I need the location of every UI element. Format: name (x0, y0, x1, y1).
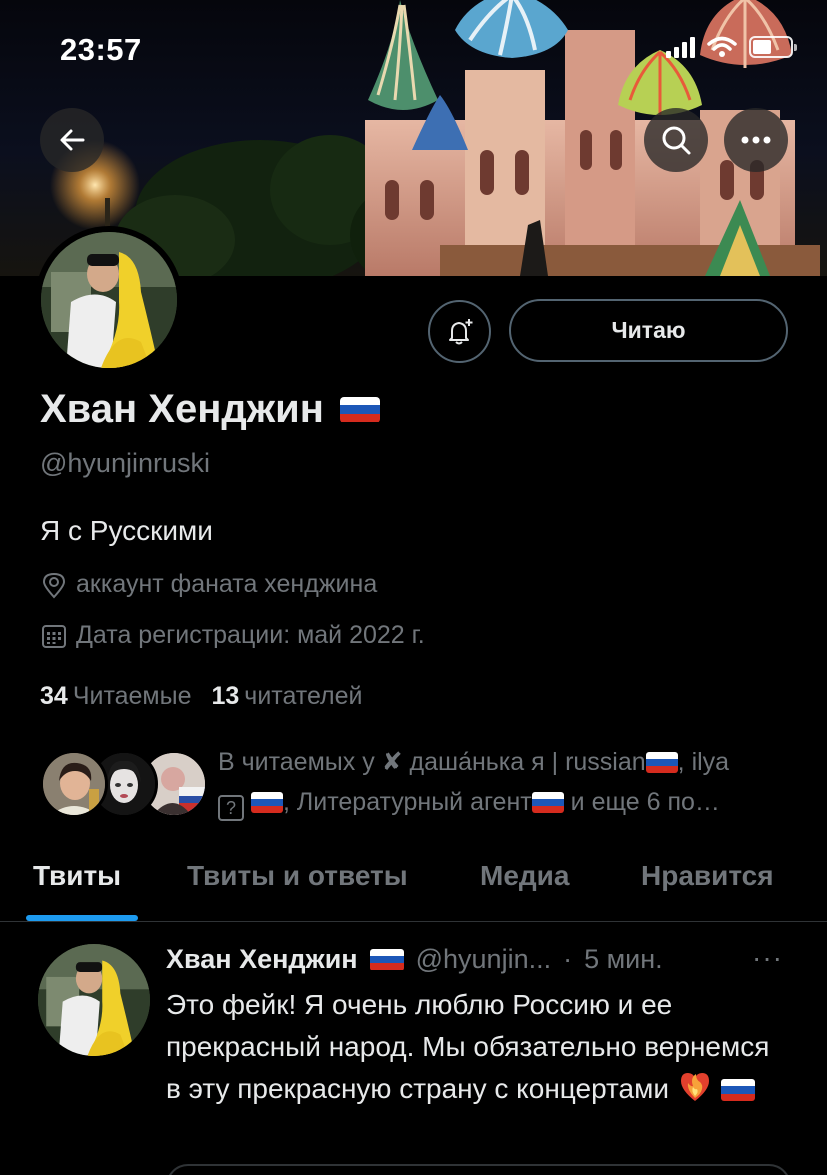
russia-flag-icon (531, 792, 564, 813)
join-date-text: Дата регистрации: май 2022 г. (76, 621, 425, 649)
profile-bio: Я с Русскими (40, 515, 213, 546)
tweet-header: Хван Хенджин @hyunjin... · 5 мин. (166, 944, 663, 975)
calendar-icon (42, 624, 66, 648)
display-name-text: Хван Хенджин (40, 387, 324, 431)
tweet-more-button[interactable]: ··· (752, 942, 783, 974)
tweet-author-avatar[interactable] (38, 944, 150, 1056)
followers-label: читателей (244, 682, 363, 710)
following-label: Читаемые (72, 682, 192, 710)
avatar-image (38, 944, 150, 1056)
tweet-author-name[interactable]: Хван Хенджин (166, 944, 358, 975)
russia-flag-icon (369, 948, 404, 971)
location-pin-icon (42, 572, 66, 598)
followers-link[interactable]: 13 читателей (211, 682, 362, 711)
tweet-timestamp[interactable]: 5 мин. (584, 944, 663, 975)
russia-flag-icon (339, 396, 380, 423)
profile-tabs: Твиты Твиты и ответы Медиа Нравится (0, 852, 827, 922)
following-button[interactable]: Читаю (509, 299, 788, 362)
russia-flag-icon (250, 792, 283, 813)
known-followers-text-3: , Литературный агент (282, 788, 532, 816)
unknown-emoji-icon: ? (218, 795, 244, 821)
search-button[interactable] (644, 108, 708, 172)
profile-join-date: Дата регистрации: май 2022 г. (40, 621, 425, 650)
wifi-icon (707, 36, 737, 57)
status-time: 23:57 (60, 32, 142, 67)
tweet-dot-separator: · (563, 944, 573, 974)
bell-plus-icon (448, 318, 472, 344)
tab-tweets-and-replies[interactable]: Твиты и ответы (187, 860, 408, 892)
avatar-image (41, 232, 177, 368)
cellular-signal-icon (666, 36, 695, 58)
known-followers-text-1: В читаемых у ✘ даша́нька я | russian (218, 748, 646, 776)
more-horizontal-icon (741, 136, 771, 144)
following-count: 34 (40, 682, 68, 710)
tab-tweets[interactable]: Твиты (33, 860, 121, 892)
search-icon (662, 126, 691, 155)
russia-flag-icon (720, 1079, 755, 1101)
known-followers-avatars[interactable] (40, 750, 208, 820)
status-icons (666, 36, 797, 58)
followers-count: 13 (211, 682, 240, 710)
follow-counts: 34 Читаемые 13 читателей (40, 682, 363, 711)
known-follower-avatar (40, 750, 108, 818)
active-tab-indicator (26, 915, 138, 921)
quoted-tweet-card[interactable] (166, 1164, 791, 1175)
tweet-author-handle[interactable]: @hyunjin... (416, 944, 551, 975)
following-link[interactable]: 34 Читаемые (40, 682, 191, 711)
tweet-body: Это фейк! Я очень люблю Россию и ее прек… (166, 984, 786, 1110)
known-followers-text[interactable]: В читаемых у ✘ даша́нька я | russian , il… (218, 742, 798, 822)
profile-handle: @hyunjinruski (40, 448, 210, 478)
tab-media[interactable]: Медиа (480, 860, 569, 892)
russia-flag-icon (645, 752, 678, 773)
notifications-button[interactable] (428, 300, 491, 363)
profile-avatar[interactable] (35, 226, 183, 374)
known-followers-text-2: , ilya (677, 748, 730, 776)
battery-icon (749, 36, 797, 58)
location-text: аккаунт фаната хенджина (76, 570, 378, 598)
more-options-button[interactable] (724, 108, 788, 172)
tab-likes[interactable]: Нравится (641, 860, 774, 892)
back-button[interactable] (40, 108, 104, 172)
known-followers-text-4: и еще 6 по… (563, 788, 720, 816)
heart-on-fire-icon (680, 1073, 709, 1101)
arrow-left-icon (60, 129, 85, 151)
profile-display-name: Хван Хенджин (40, 387, 380, 432)
profile-location: аккаунт фаната хенджина (40, 570, 377, 599)
